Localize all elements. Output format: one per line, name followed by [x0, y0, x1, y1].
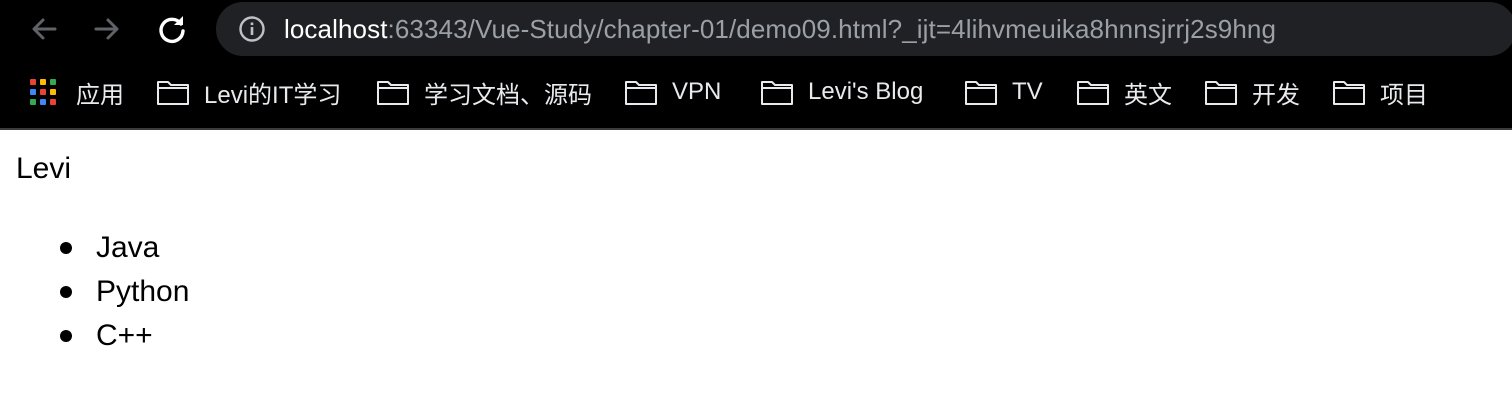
bookmark-label: TV	[1012, 78, 1043, 105]
bookmarks-bar: 应用 Levi的IT学习 学习文档、源码 VPN Levi's Blog TV …	[0, 64, 1512, 120]
url-text[interactable]: localhost:63343/Vue-Study/chapter-01/dem…	[284, 14, 1276, 45]
folder-icon	[157, 81, 189, 105]
arrow-right-icon	[94, 18, 119, 40]
folder-icon	[377, 81, 409, 105]
arrow-left-icon	[32, 18, 57, 40]
folder-icon	[1205, 81, 1237, 105]
bookmark-folder-blog[interactable]: Levi's Blog	[760, 64, 923, 120]
folder-icon	[1077, 81, 1109, 105]
page-content: Levi Java Python C++	[0, 130, 1512, 420]
bookmark-label: 项目	[1380, 81, 1428, 109]
folder-icon	[965, 81, 997, 105]
address-bar[interactable]: localhost:63343/Vue-Study/chapter-01/dem…	[216, 2, 1512, 56]
bookmark-folder-levi-it[interactable]: Levi的IT学习	[156, 64, 341, 120]
bookmark-folder-vpn[interactable]: VPN	[624, 64, 721, 120]
bookmark-label: 应用	[76, 81, 124, 109]
folder-icon	[761, 81, 793, 105]
bookmark-label: VPN	[672, 78, 722, 105]
apps-grid-icon	[30, 79, 56, 105]
bookmark-folder-docs[interactable]: 学习文档、源码	[376, 64, 592, 120]
bookmark-label: 英文	[1124, 81, 1172, 109]
bookmark-folder-tv[interactable]: TV	[964, 64, 1043, 120]
bookmark-label: 开发	[1252, 81, 1300, 109]
user-name: Levi	[16, 152, 72, 185]
bookmark-label: Levi的IT学习	[204, 81, 342, 109]
list-item: C++	[59, 314, 189, 358]
back-button[interactable]	[25, 10, 63, 48]
bookmark-apps[interactable]: 应用	[30, 64, 124, 120]
browser-chrome: localhost:63343/Vue-Study/chapter-01/dem…	[0, 0, 1512, 130]
bookmark-folder-projects[interactable]: 项目	[1332, 64, 1428, 120]
language-list: Java Python C++	[59, 226, 189, 358]
bookmark-folder-english[interactable]: 英文	[1076, 64, 1172, 120]
browser-toolbar: localhost:63343/Vue-Study/chapter-01/dem…	[0, 0, 1512, 58]
reload-button[interactable]	[153, 10, 191, 48]
folder-icon	[625, 81, 657, 105]
reload-icon	[159, 16, 185, 44]
list-item: Java	[59, 226, 189, 270]
url-host: localhost	[284, 13, 388, 44]
bookmark-label: 学习文档、源码	[424, 81, 592, 109]
folder-icon	[1333, 81, 1365, 105]
bookmark-folder-dev[interactable]: 开发	[1204, 64, 1300, 120]
info-circle-icon[interactable]	[238, 15, 266, 43]
url-path: :63343/Vue-Study/chapter-01/demo09.html?…	[387, 13, 1277, 44]
list-item: Python	[59, 270, 189, 314]
bookmark-label: Levi's Blog	[808, 78, 924, 105]
forward-button[interactable]	[88, 10, 126, 48]
